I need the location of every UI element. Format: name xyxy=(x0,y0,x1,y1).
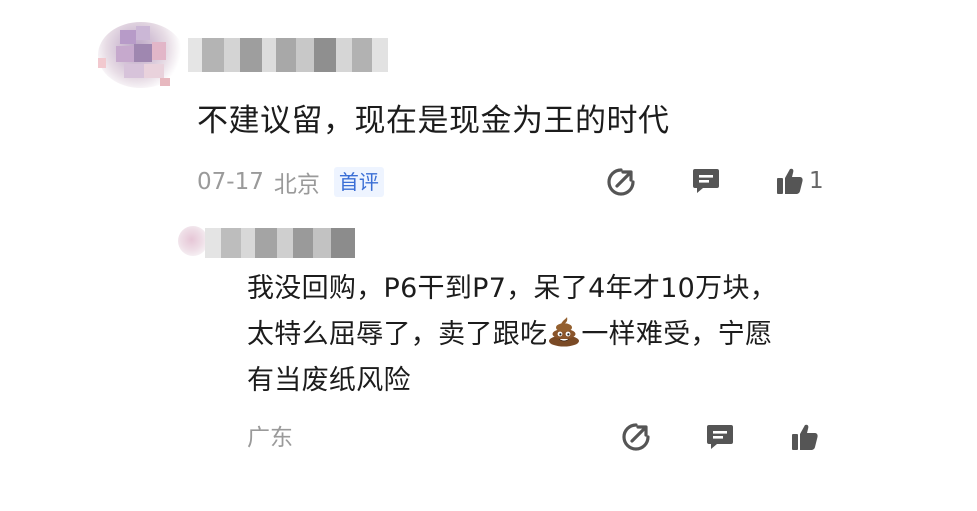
share-icon xyxy=(621,422,651,452)
reply-line-2b: 一样难受，宁愿 xyxy=(581,319,773,350)
reply-like-button[interactable] xyxy=(790,422,820,452)
avatar[interactable] xyxy=(98,22,184,88)
comment-icon xyxy=(691,166,721,196)
like-count: 1 xyxy=(809,168,824,194)
first-comment-badge: 首评 xyxy=(333,167,384,197)
like-button[interactable]: 1 xyxy=(775,166,824,196)
reply-avatar[interactable] xyxy=(178,226,208,256)
poop-emoji xyxy=(547,316,581,347)
comment-date: 07-17 xyxy=(197,169,264,195)
reply-location: 广东 xyxy=(247,425,293,451)
thumbs-up-icon xyxy=(775,166,805,196)
reply-username-redacted[interactable] xyxy=(205,228,355,258)
comment-meta: 07-17 北京 首评 xyxy=(197,164,384,200)
comment-text: 不建议留，现在是现金为王的时代 xyxy=(197,103,670,139)
reply-line-2a: 太特么屈辱了，卖了跟吃 xyxy=(247,319,548,350)
comment-location: 北京 xyxy=(273,172,320,198)
comment-thread: 不建议留，现在是现金为王的时代 07-17 北京 首评 1 我没回购，P6干到P… xyxy=(0,0,977,511)
reply-share-button[interactable] xyxy=(621,422,651,452)
reply-comment-button[interactable] xyxy=(705,422,735,452)
username-redacted[interactable] xyxy=(188,38,388,72)
reply-line-3: 有当废纸风险 xyxy=(247,365,411,396)
share-button[interactable] xyxy=(606,167,636,197)
reply-line-1: 我没回购，P6干到P7，呆了4年才10万块， xyxy=(247,273,778,304)
comment-icon xyxy=(705,422,735,452)
thumbs-up-icon xyxy=(790,422,820,452)
share-icon xyxy=(606,167,636,197)
reply-button[interactable] xyxy=(691,166,721,196)
reply-text: 我没回购，P6干到P7，呆了4年才10万块， 太特么屈辱了，卖了跟吃 一样难受，… xyxy=(247,266,847,404)
reply-line-2: 太特么屈辱了，卖了跟吃 一样难受，宁愿 xyxy=(247,312,847,358)
